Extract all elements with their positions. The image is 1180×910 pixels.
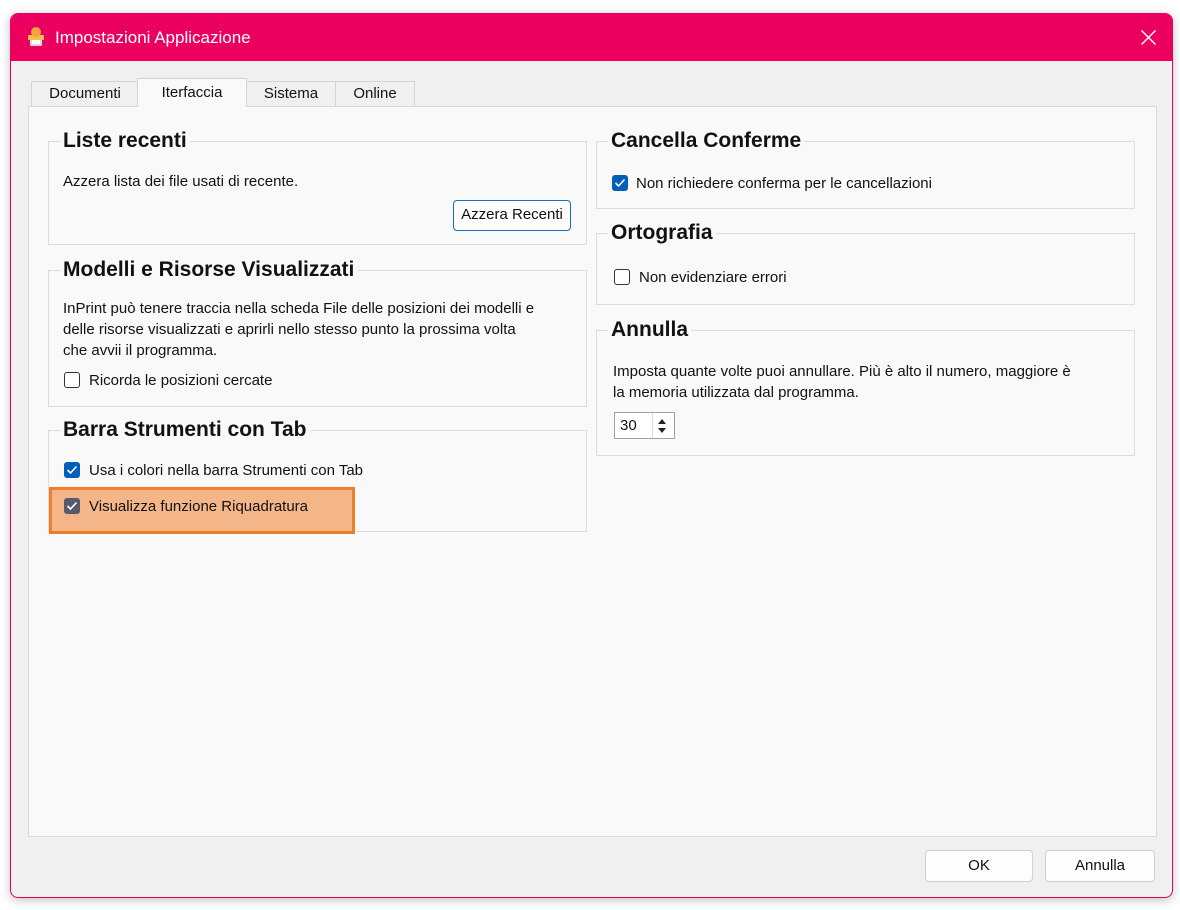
tab-sistema[interactable]: Sistema xyxy=(246,81,336,106)
ricorda-posizioni-label: Ricorda le posizioni cercate xyxy=(89,372,273,389)
checkmark-icon xyxy=(614,178,626,188)
group-title-barra-strumenti: Barra Strumenti con Tab xyxy=(60,418,310,442)
cancel-button[interactable]: Annulla xyxy=(1045,850,1155,882)
ricorda-posizioni-checkbox[interactable] xyxy=(64,372,80,388)
annulla-description-line: Imposta quante volte puoi annullare. Più… xyxy=(613,363,1071,380)
annulla-description-line: la memoria utilizzata dal programma. xyxy=(613,384,859,401)
usa-colori-checkbox[interactable] xyxy=(64,462,80,478)
checkmark-icon xyxy=(66,501,78,511)
group-title-cancella-conferme: Cancella Conferme xyxy=(608,129,805,153)
non-evidenziare-errori-label: Non evidenziare errori xyxy=(639,269,787,286)
undo-levels-spinbox[interactable]: 30 xyxy=(614,412,675,439)
non-evidenziare-errori-checkbox[interactable] xyxy=(614,269,630,285)
ok-button[interactable]: OK xyxy=(925,850,1033,882)
settings-dialog: Impostazioni Applicazione Documenti Iter… xyxy=(10,13,1173,898)
tab-online[interactable]: Online xyxy=(335,81,415,106)
modelli-description-line: InPrint può tenere traccia nella scheda … xyxy=(63,300,535,317)
group-title-modelli-risorse: Modelli e Risorse Visualizzati xyxy=(60,258,358,282)
visualizza-riquadratura-checkbox[interactable] xyxy=(64,498,80,514)
usa-colori-label: Usa i colori nella barra Strumenti con T… xyxy=(89,462,364,479)
spin-arrows-icon[interactable] xyxy=(656,417,668,435)
title-bar: Impostazioni Applicazione xyxy=(11,14,1172,61)
group-title-liste-recenti: Liste recenti xyxy=(60,129,190,153)
close-icon xyxy=(1141,30,1156,45)
modelli-description-line: delle risorse visualizzati e aprirli nel… xyxy=(63,321,516,338)
undo-levels-value[interactable]: 30 xyxy=(620,415,637,436)
liste-recenti-description: Azzera lista dei file usati di recente. xyxy=(63,173,299,190)
tab-panel-interfaccia: Liste recenti Azzera lista dei file usat… xyxy=(28,106,1157,837)
close-button[interactable] xyxy=(1126,14,1172,61)
group-title-ortografia: Ortografia xyxy=(608,221,716,245)
azzera-recenti-button[interactable]: Azzera Recenti xyxy=(453,200,571,231)
tab-documenti[interactable]: Documenti xyxy=(31,81,139,106)
visualizza-riquadratura-label: Visualizza funzione Riquadratura xyxy=(89,498,309,515)
window-title: Impostazioni Applicazione xyxy=(55,28,251,47)
inprint-app-icon xyxy=(28,27,44,46)
spin-divider xyxy=(652,413,653,438)
non-richiedere-conferma-checkbox[interactable] xyxy=(612,175,628,191)
tab-iterfaccia[interactable]: Iterfaccia xyxy=(137,78,247,107)
checkmark-icon xyxy=(66,465,78,475)
group-title-annulla: Annulla xyxy=(608,318,691,342)
non-richiedere-conferma-label: Non richiedere conferma per le cancellaz… xyxy=(636,175,932,192)
modelli-description-line: che avvii il programma. xyxy=(63,342,218,359)
